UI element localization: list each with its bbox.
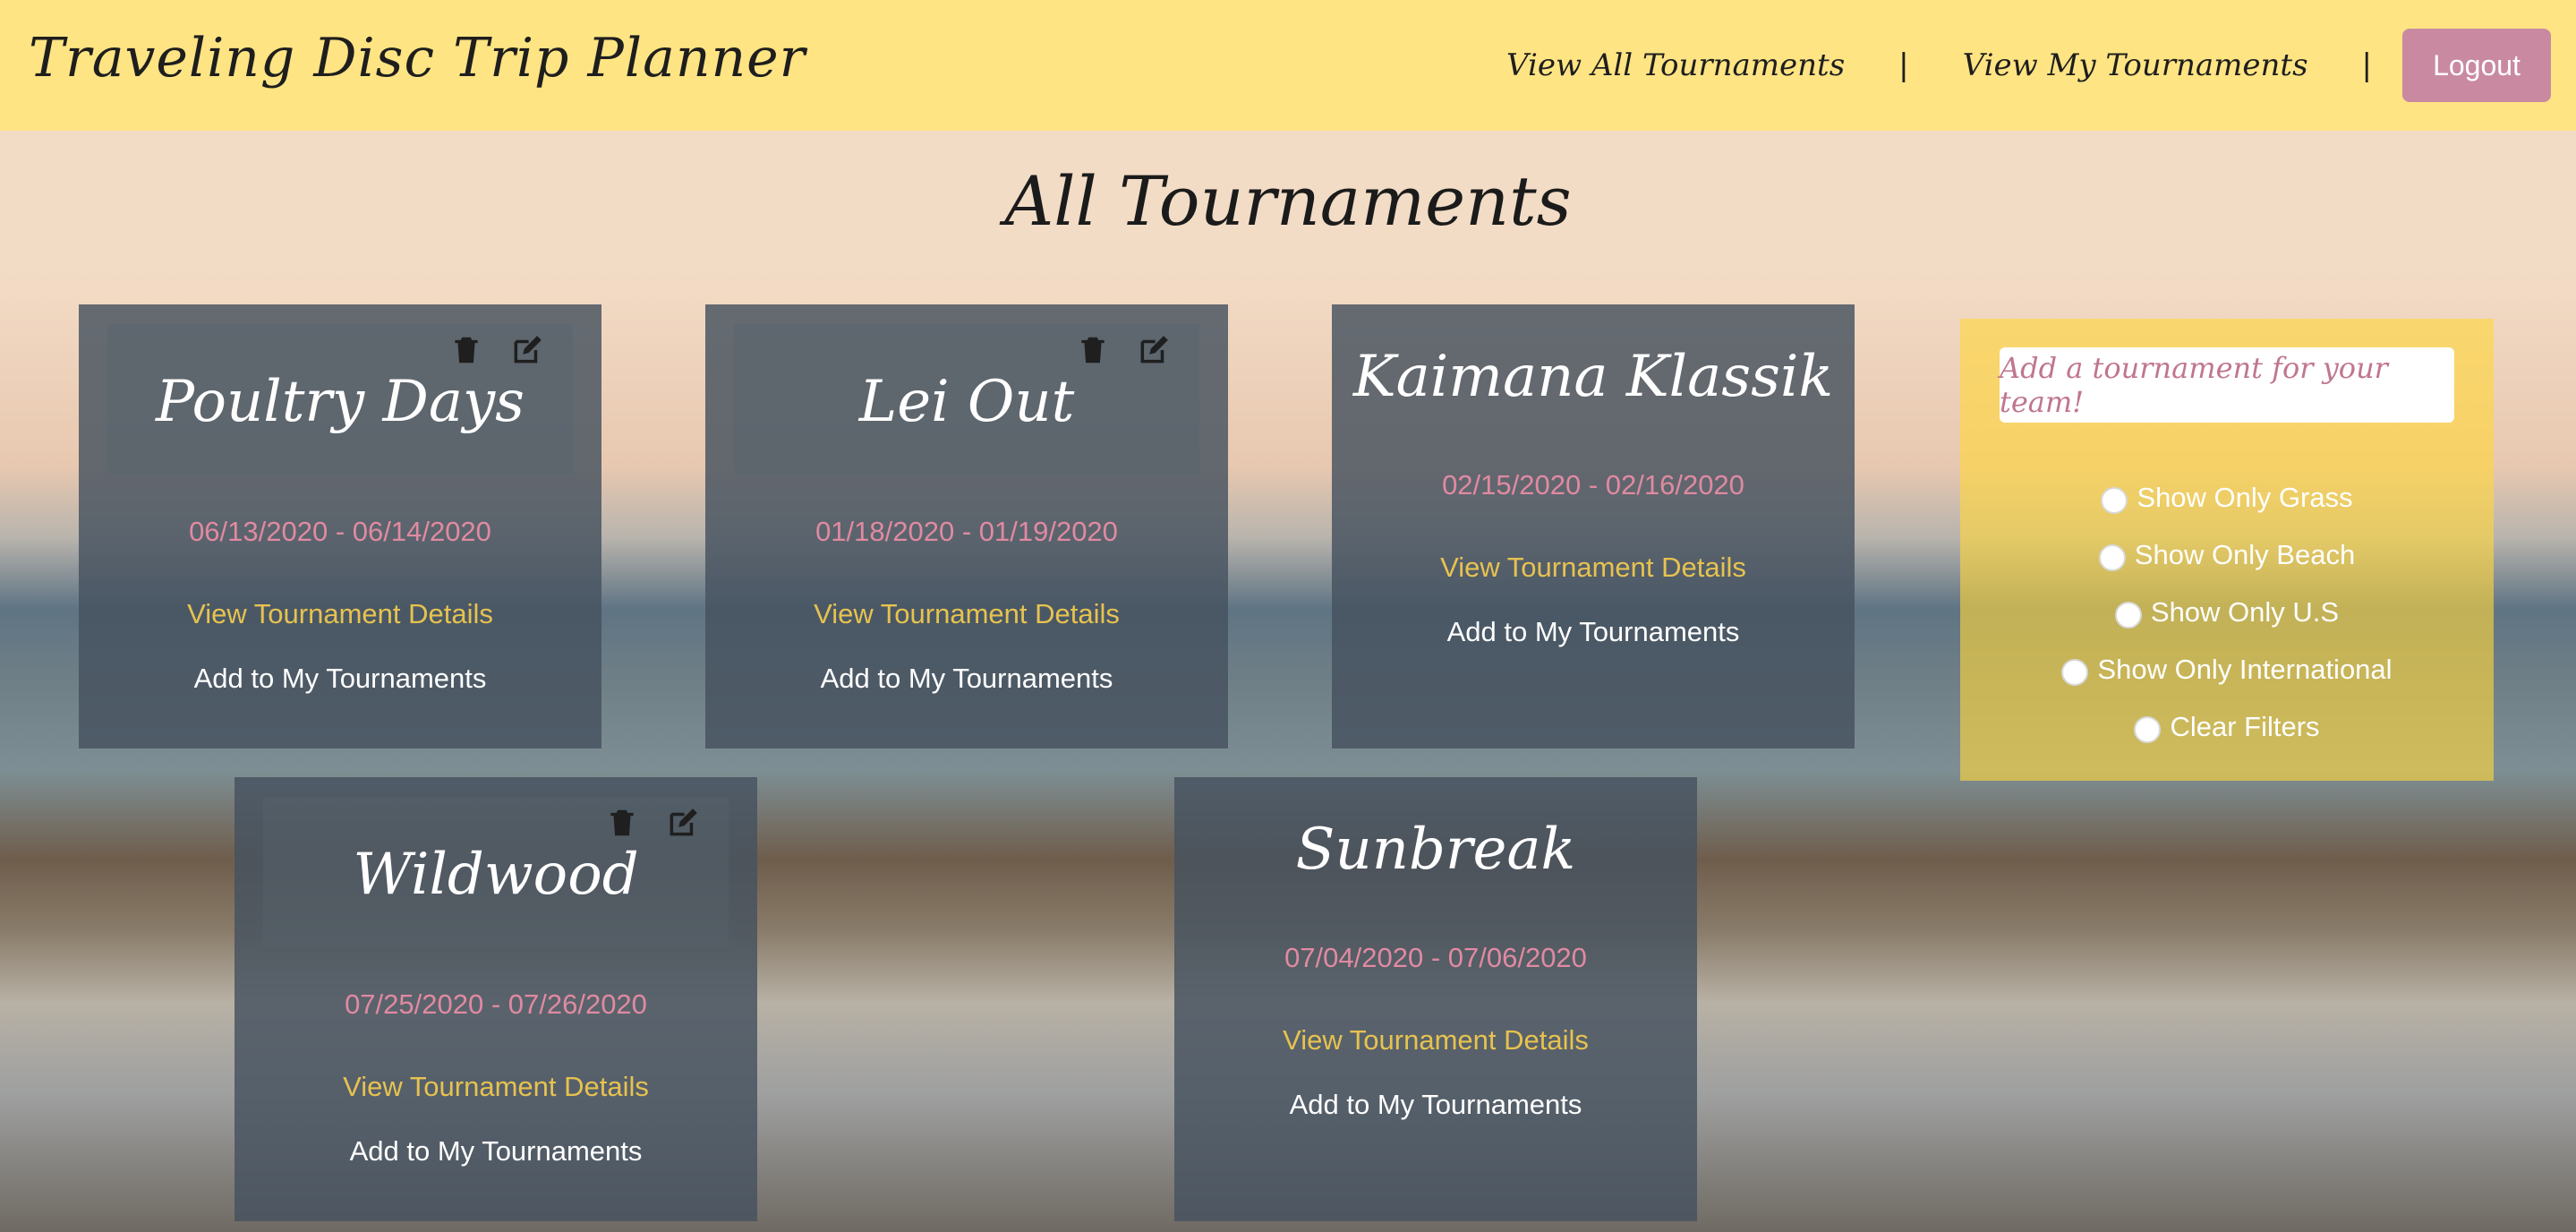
filter-label: Show Only Beach [2134, 539, 2356, 570]
card-title: Poultry Days [156, 369, 525, 435]
card-dates: 06/13/2020 - 06/14/2020 [189, 516, 491, 547]
edit-icon[interactable] [1137, 333, 1171, 367]
tournament-card: Wildwood 07/25/2020 - 07/26/2020 View To… [235, 777, 757, 1221]
card-actions [449, 333, 544, 367]
add-to-my-tournaments-button[interactable]: Add to My Tournaments [79, 663, 601, 695]
card-dates: 07/04/2020 - 07/06/2020 [1284, 942, 1587, 973]
nav-links: View All Tournaments | View My Tournamen… [1506, 29, 2551, 102]
view-details-link[interactable]: View Tournament Details [705, 598, 1228, 630]
card-title: Wildwood [353, 842, 639, 908]
tournament-card: Sunbreak 07/04/2020 - 07/06/2020 View To… [1174, 777, 1697, 1221]
add-to-my-tournaments-button[interactable]: Add to My Tournaments [235, 1135, 757, 1168]
nav-separator: | [1898, 47, 1909, 83]
nav-view-all-tournaments[interactable]: View All Tournaments [1506, 47, 1845, 83]
filter-panel: Add a tournament for your team! Show Onl… [1960, 319, 2494, 781]
add-tournament-button[interactable]: Add a tournament for your team! [2000, 347, 2454, 423]
filter-label: Clear Filters [2170, 711, 2320, 742]
filter-show-only-grass[interactable]: Show Only Grass [1960, 482, 2494, 514]
trash-icon[interactable] [449, 333, 483, 367]
card-dates: 07/25/2020 - 07/26/2020 [345, 988, 647, 1020]
view-details-link[interactable]: View Tournament Details [1174, 1024, 1697, 1057]
add-to-my-tournaments-button[interactable]: Add to My Tournaments [1332, 616, 1855, 648]
card-dates: 02/15/2020 - 02/16/2020 [1442, 469, 1744, 500]
tournament-card: Lei Out 01/18/2020 - 01/19/2020 View Tou… [705, 304, 1228, 749]
filter-clear-filters[interactable]: Clear Filters [1960, 711, 2494, 743]
logout-button[interactable]: Logout [2402, 29, 2551, 102]
tournament-card: Kaimana Klassik 02/15/2020 - 02/16/2020 … [1332, 304, 1855, 749]
filter-label: Show Only U.S [2150, 596, 2340, 628]
nav-view-my-tournaments[interactable]: View My Tournaments [1963, 47, 2308, 83]
radio-button[interactable] [2061, 659, 2089, 686]
view-details-link[interactable]: View Tournament Details [235, 1071, 757, 1103]
filter-label: Show Only International [2097, 654, 2393, 685]
top-navbar: Traveling Disc Trip Planner View All Tou… [0, 0, 2576, 131]
add-to-my-tournaments-button[interactable]: Add to My Tournaments [705, 663, 1228, 695]
filter-show-only-us[interactable]: Show Only U.S [1960, 596, 2494, 629]
card-actions [1076, 333, 1171, 367]
edit-icon[interactable] [666, 806, 700, 840]
nav-separator: | [2361, 47, 2372, 83]
app-brand[interactable]: Traveling Disc Trip Planner [29, 27, 806, 90]
card-title: Lei Out [858, 369, 1075, 435]
trash-icon[interactable] [1076, 333, 1110, 367]
view-details-link[interactable]: View Tournament Details [79, 598, 601, 630]
card-actions [605, 806, 700, 840]
add-to-my-tournaments-button[interactable]: Add to My Tournaments [1174, 1089, 1697, 1121]
card-dates: 01/18/2020 - 01/19/2020 [815, 516, 1118, 547]
card-title: Kaimana Klassik [1352, 344, 1834, 410]
view-details-link[interactable]: View Tournament Details [1332, 552, 1855, 584]
filter-show-only-beach[interactable]: Show Only Beach [1960, 539, 2494, 571]
filter-show-only-international[interactable]: Show Only International [1960, 654, 2494, 686]
tournament-card: Poultry Days 06/13/2020 - 06/14/2020 Vie… [79, 304, 601, 749]
radio-button[interactable] [2098, 544, 2126, 571]
edit-icon[interactable] [510, 333, 544, 367]
card-title: Sunbreak [1295, 817, 1576, 883]
radio-button[interactable] [2101, 487, 2128, 514]
page-title: All Tournaments [1004, 161, 1572, 241]
filter-label: Show Only Grass [2137, 482, 2353, 513]
radio-button[interactable] [2114, 602, 2142, 629]
trash-icon[interactable] [605, 806, 639, 840]
radio-button[interactable] [2134, 716, 2162, 743]
